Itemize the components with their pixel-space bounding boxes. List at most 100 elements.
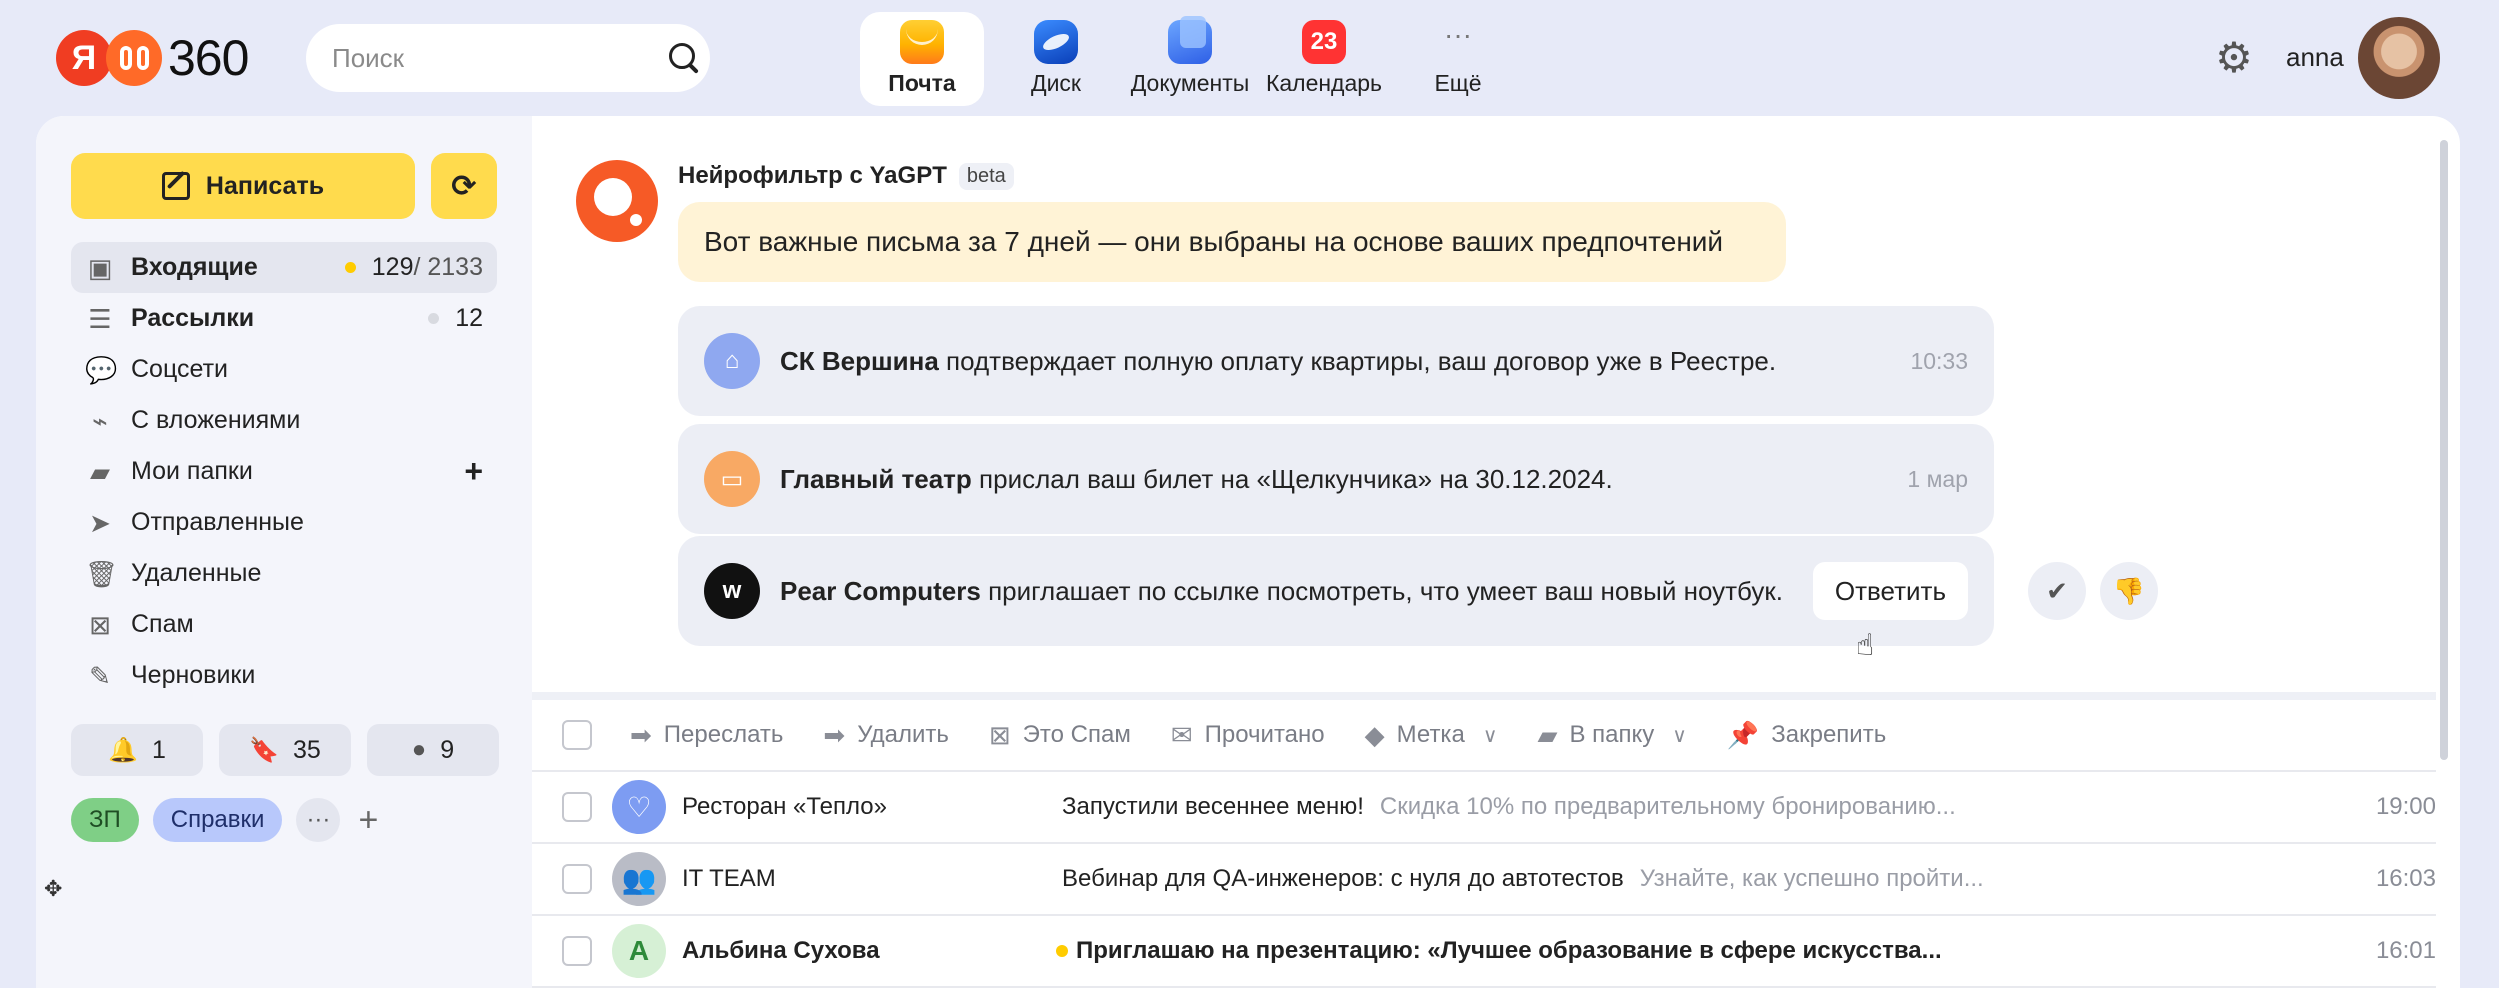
delete-button[interactable]: ➡ Удалить (823, 720, 948, 751)
message-time: 19:00 (2375, 793, 2436, 820)
spam-icon: ⊠ (988, 719, 1011, 750)
yandex-360-logo[interactable]: Я 360 (56, 30, 249, 86)
newsletter-icon: ☰ (88, 303, 112, 334)
card-message: подтверждает полную оплату квартиры, ваш… (946, 345, 1777, 376)
service-more[interactable]: ··· Ещё (1396, 12, 1520, 106)
sender-avatar: A (612, 924, 666, 978)
compose-button[interactable]: Написать (71, 153, 415, 219)
table-row[interactable]: A Альбина Сухова Приглашаю на презентаци… (532, 916, 2436, 988)
message-sender: IT TEAM (682, 865, 776, 892)
sidebar-item-newsletters[interactable]: ☰ Рассылки 12 (71, 293, 497, 344)
gear-icon[interactable]: ⚙ (2214, 37, 2254, 79)
reply-button[interactable]: Ответить (1812, 562, 1968, 620)
sidebar-item-trash[interactable]: 🗑 Удаленные (71, 548, 497, 599)
sidebar: Написать ⟳ ▣ Входящие 129/ 2133 ☰ Рассыл… (36, 116, 532, 988)
neurofilter-card[interactable]: ▭ Главный театр прислал ваш билет на «Ще… (678, 424, 1994, 534)
mark-useful-button[interactable]: ✔ (2028, 562, 2086, 620)
message-sender: Ресторан «Тепло» (682, 793, 887, 820)
unread-counter[interactable]: ● 9 (367, 724, 499, 776)
thumbs-down-icon: 👎 (2112, 575, 2146, 606)
move-to-folder-button[interactable]: ▰ В папку ∨ (1537, 720, 1686, 751)
service-mail[interactable]: Почта (860, 12, 984, 106)
tag-button[interactable]: ◆ Метка ∨ (1365, 720, 1498, 751)
main-panel: Написать ⟳ ▣ Входящие 129/ 2133 ☰ Рассыл… (36, 116, 2460, 988)
refresh-button[interactable]: ⟳ (431, 153, 497, 219)
paperclip-icon: ⌁ (92, 405, 108, 436)
card-text: Pear Computers приглашает по ссылке посм… (780, 576, 1789, 607)
select-all-checkbox[interactable] (562, 720, 592, 750)
sidebar-item-social[interactable]: 💬 Соцсети (71, 344, 497, 395)
mail-toolbar: ➡ Переслать ➡ Удалить ⊠ Это Спам ✉ Прочитано… (532, 700, 2436, 772)
message-preview: Узнайте, как успешно пройти... (1639, 865, 1984, 892)
sender-avatar: w (704, 563, 760, 619)
spam-button[interactable]: ⊠ Это Спам (989, 720, 1131, 751)
search-icon[interactable] (667, 41, 695, 75)
table-row[interactable]: ♡ Ресторан «Тепло» Запустили весеннее ме… (532, 772, 2436, 844)
logo-text: 360 (168, 30, 249, 86)
sidebar-item-my-folders[interactable]: ▰ Мои папки + (71, 446, 497, 497)
table-row[interactable]: 👥 IT TEAM Вебинар для QA-инженеров: с ну… (532, 844, 2436, 916)
message-time: 16:03 (2375, 865, 2436, 892)
inbox-total: / 2133 (413, 253, 483, 281)
neurofilter-intro: Вот важные письма за 7 дней — они выбран… (678, 202, 1786, 282)
inbox-count: 129/ 2133 (372, 253, 483, 282)
row-checkbox[interactable] (562, 864, 592, 894)
chevron-down-icon: ∨ (1672, 724, 1687, 747)
inbox-unread: 129 (371, 253, 414, 281)
message-time: 16:01 (2375, 937, 2436, 964)
neurofilter-title: Нейрофильтр с YaGPT beta (678, 162, 1014, 190)
message-sender: Альбина Сухова (682, 937, 880, 964)
row-checkbox[interactable] (562, 936, 592, 966)
service-docs[interactable]: Документы (1128, 12, 1252, 106)
row-checkbox[interactable] (562, 792, 592, 822)
sidebar-item-drafts[interactable]: ✎ Черновики (71, 650, 497, 701)
search-input[interactable] (332, 42, 667, 74)
sidebar-item-inbox[interactable]: ▣ Входящие 129/ 2133 (71, 242, 497, 293)
read-icon: ✉ (1170, 719, 1193, 750)
sidebar-item-sent[interactable]: ➤ Отправленные (71, 497, 497, 548)
services-nav: Почта Диск Документы 23 Календарь ··· Ещ… (860, 12, 1520, 106)
sidebar-item-spam[interactable]: ⊠ Спам (71, 599, 497, 650)
label-spravki[interactable]: Справки (152, 798, 283, 842)
trash-icon: 🗑 (85, 558, 119, 589)
card-text: Главный театр прислал ваш билет на «Щелк… (780, 464, 1907, 495)
username[interactable]: anna (2286, 42, 2344, 73)
pen-icon (161, 172, 190, 200)
avatar[interactable] (2358, 17, 2440, 99)
neurofilter-card[interactable]: w Pear Computers приглашает по ссылке по… (678, 536, 1994, 646)
label-zp[interactable]: ЗП (71, 798, 139, 842)
360-logo-icon (106, 30, 162, 86)
pin-icon: 📌 (1726, 719, 1760, 750)
search-box[interactable] (306, 24, 710, 92)
calendar-icon: 23 (1302, 20, 1346, 64)
unread-dot-icon (344, 262, 356, 273)
mail-icon (900, 20, 944, 64)
double-check-icon: ✔ (2046, 575, 2068, 606)
dislike-button[interactable]: 👎 (2100, 562, 2158, 620)
add-label-icon[interactable]: + (358, 801, 378, 840)
neurofilter-avatar-icon (576, 160, 658, 242)
add-folder-icon[interactable]: + (464, 453, 483, 490)
message-subject: Запустили весеннее меню! (1062, 793, 1364, 820)
service-calendar[interactable]: 23 Календарь (1262, 12, 1386, 106)
card-time: 1 мар (1907, 465, 1968, 492)
more-icon: ··· (1444, 19, 1472, 50)
neurofilter-card[interactable]: ⌂ СК Вершина подтверждает полную оплату … (678, 306, 1994, 416)
pin-button[interactable]: 📌 Закрепить (1727, 720, 1886, 751)
docs-icon (1168, 16, 1212, 64)
bookmarks-counter[interactable]: 🔖 35 (219, 724, 351, 776)
card-sender: СК Вершина (780, 345, 939, 376)
hand-cursor-icon: ☝ (1856, 629, 1875, 662)
spam-icon: ⊠ (89, 609, 111, 640)
more-labels-icon[interactable]: ··· (296, 798, 341, 842)
card-message: прислал ваш билет на «Щелкунчика» на 30.… (979, 463, 1613, 494)
scrollbar[interactable] (2440, 140, 2448, 760)
mark-read-button[interactable]: ✉ Прочитано (1171, 720, 1325, 751)
chevron-down-icon: ∨ (1482, 724, 1498, 747)
sidebar-item-attachments[interactable]: ⌁ С вложениями (71, 395, 497, 446)
forward-button[interactable]: ➡ Переслать (630, 720, 783, 751)
service-disk[interactable]: Диск (994, 12, 1118, 106)
card-message: приглашает по ссылке посмотреть, что уме… (988, 575, 1783, 606)
unread-dot-icon (428, 313, 440, 324)
reminders-counter[interactable]: 🔔 1 (71, 724, 203, 776)
